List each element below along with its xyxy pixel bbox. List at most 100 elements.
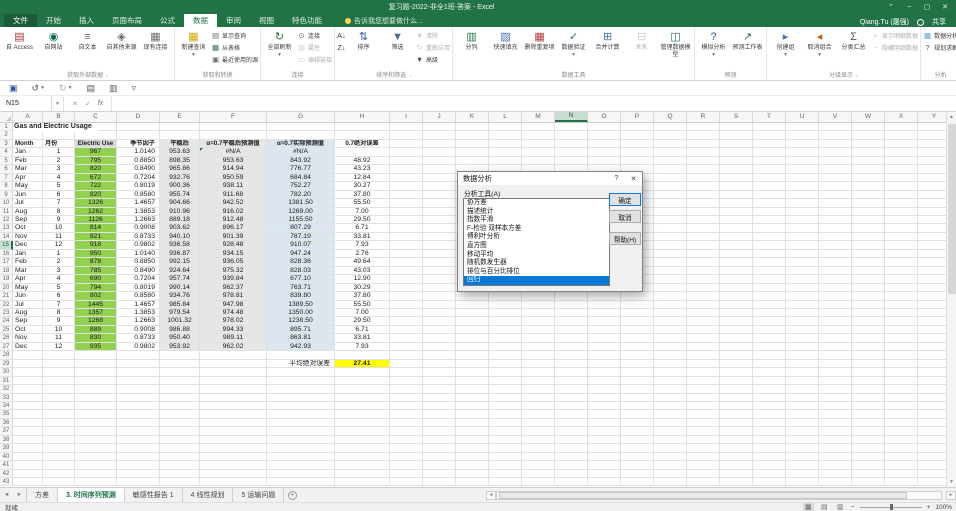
cell-H7[interactable]: 12.84 [335,174,390,182]
row-header-1[interactable]: 1 [0,123,13,131]
vertical-scroll-thumb[interactable] [948,124,956,294]
dialog-help-icon[interactable]: ? [608,172,625,185]
cell-B7[interactable]: 4 [43,174,75,182]
row-header-8[interactable]: 8 [0,182,13,190]
cell-E23[interactable]: 979.54 [160,309,200,317]
cell-E12[interactable]: 889.18 [160,216,200,224]
sheet-tab-敏感性报告 1[interactable]: 敏感性报告 1 [125,488,183,502]
cell-G7[interactable]: 684.84 [267,174,335,182]
cell-C41[interactable] [75,461,117,469]
cell-D2[interactable] [117,131,160,139]
cell-G36[interactable] [267,419,335,427]
cell-G33[interactable] [267,394,335,402]
cell-C34[interactable] [75,402,117,410]
cell-G34[interactable] [267,402,335,410]
cell-C17[interactable]: 878 [75,258,117,266]
cell-B15[interactable]: 12 [43,241,75,249]
cell-C5[interactable]: 795 [75,157,117,165]
undo-icon[interactable]: ↺▼ [32,83,46,94]
cell-B17[interactable]: 2 [43,258,75,266]
cell-A36[interactable] [13,419,43,427]
cell-A42[interactable] [13,470,43,478]
cell-B22[interactable]: 7 [43,301,75,309]
cell-C24[interactable]: 1268 [75,317,117,325]
row-header-4[interactable]: 4 [0,148,13,156]
ribbon-button-从表格[interactable]: ▦从表格 [211,42,258,53]
cell-D6[interactable]: 0.8490 [117,165,160,173]
dialog-launcher-icon[interactable]: ⌟ [855,71,858,78]
cell-A10[interactable]: Jul [13,199,43,207]
cell-C7[interactable]: 672 [75,174,117,182]
cell-B10[interactable]: 7 [43,199,75,207]
cell-F37[interactable] [200,427,267,435]
cell-A22[interactable]: Jul [13,301,43,309]
cell-E34[interactable] [160,402,200,410]
cell-F29[interactable] [200,360,267,368]
cell-E6[interactable]: 965.86 [160,165,200,173]
cell-D3[interactable]: 季节因子 [117,140,160,148]
cell-B4[interactable]: 1 [43,148,75,156]
cell-H28[interactable] [335,351,390,359]
cell-B34[interactable] [43,402,75,410]
cell-B31[interactable] [43,377,75,385]
cell-D33[interactable] [117,394,160,402]
cell-C9[interactable]: 820 [75,191,117,199]
cell-H26[interactable]: 33.81 [335,334,390,342]
cell-B24[interactable]: 9 [43,317,75,325]
cell-G37[interactable] [267,427,335,435]
cell-G38[interactable] [267,436,335,444]
ribbon-button-数据验证[interactable]: ✓数据验证▼ [557,27,590,58]
cell-D9[interactable]: 0.8580 [117,191,160,199]
cell-C39[interactable] [75,444,117,452]
ribbon-tab-开始[interactable]: 开始 [37,14,70,27]
sheet-tab-3. 时间序列预测[interactable]: 3. 时间序列预测 [58,488,125,502]
cell-F5[interactable]: 953.63 [200,157,267,165]
cell-D19[interactable]: 0.7204 [117,275,160,283]
column-header-C[interactable]: C [75,112,117,122]
row-header-33[interactable]: 33 [0,394,13,402]
cell-E5[interactable]: 898.35 [160,157,200,165]
cell-E24[interactable]: 1001.32 [160,317,200,325]
cell-B37[interactable] [43,427,75,435]
cell-F36[interactable] [200,419,267,427]
scroll-up-icon[interactable]: ▲ [947,112,956,122]
cell-A8[interactable]: May [13,182,43,190]
ribbon-tab-审阅[interactable]: 审阅 [217,14,250,27]
cell-E33[interactable] [160,394,200,402]
cell-C25[interactable]: 889 [75,326,117,334]
cell-F13[interactable]: 896.17 [200,224,267,232]
cell-C32[interactable] [75,385,117,393]
cell-F28[interactable] [200,351,267,359]
cell-H43[interactable] [335,478,390,486]
cell-C18[interactable]: 785 [75,267,117,275]
cell-D30[interactable] [117,368,160,376]
ribbon-tab-文件[interactable]: 文件 [4,14,37,27]
cell-H11[interactable]: 7.00 [335,208,390,216]
cell-E27[interactable]: 953.92 [160,343,200,351]
cell-D28[interactable] [117,351,160,359]
cell-C31[interactable] [75,377,117,385]
cell-B29[interactable] [43,360,75,368]
column-header-O[interactable]: O [588,112,621,122]
cell-G17[interactable]: 828.36 [267,258,335,266]
cell-A39[interactable] [13,444,43,452]
minimize-icon[interactable]: − [901,2,917,13]
cell-B13[interactable]: 10 [43,224,75,232]
cell-A35[interactable] [13,410,43,418]
zoom-slider-thumb[interactable] [890,504,893,510]
cell-D11[interactable]: 1.3853 [117,208,160,216]
cell-E38[interactable] [160,436,200,444]
horizontal-scrollbar[interactable] [496,491,942,500]
cell-B11[interactable]: 8 [43,208,75,216]
cell-B16[interactable]: 1 [43,250,75,258]
cell-B43[interactable] [43,478,75,486]
cell-H33[interactable] [335,394,390,402]
name-box-dropdown-icon[interactable]: ▼ [52,96,64,111]
sheet-tab-5 运输问题[interactable]: 5 运输问题 [233,488,284,502]
cell-A15[interactable]: Dec [13,241,43,249]
row-header-3[interactable]: 3 [0,140,13,148]
customize-qat-icon[interactable]: ▿ [132,83,137,94]
cell-H39[interactable] [335,444,390,452]
hscroll-left-icon[interactable]: ◄ [486,491,496,500]
row-header-17[interactable]: 17 [0,258,13,266]
